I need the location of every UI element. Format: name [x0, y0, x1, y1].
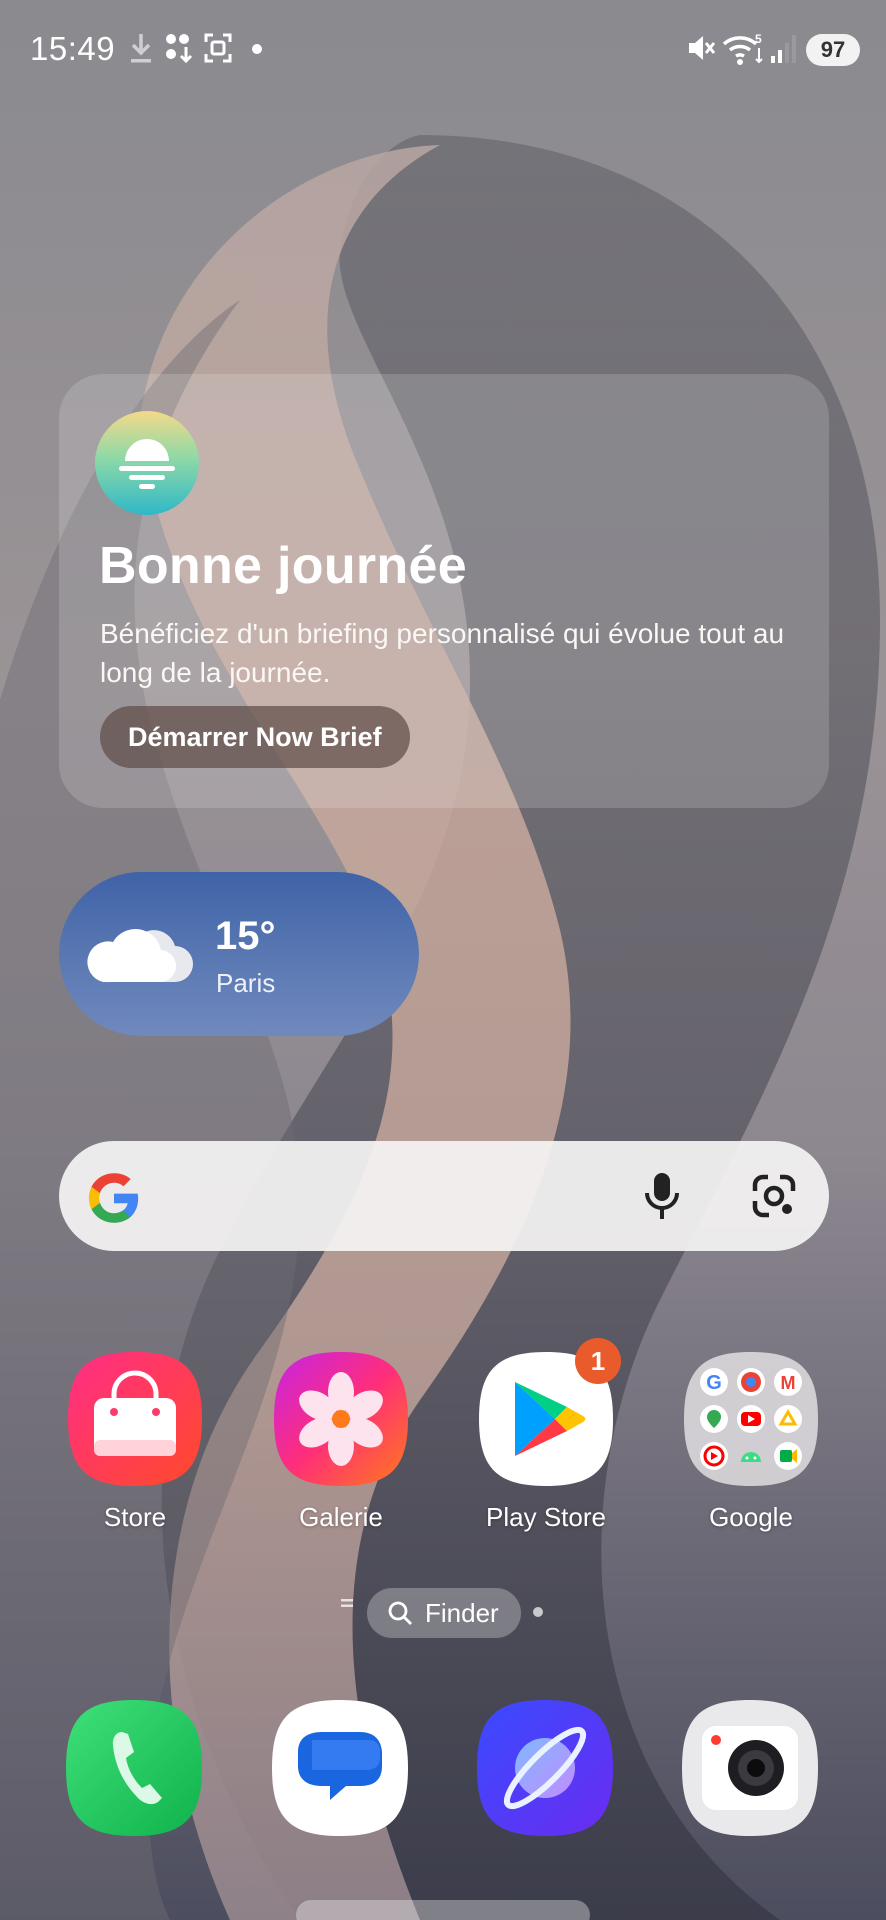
- internet-icon[interactable]: [473, 1696, 617, 1840]
- google-search-bar[interactable]: [59, 1141, 829, 1251]
- finder-label: Finder: [425, 1598, 499, 1628]
- dot-icon: [252, 44, 262, 54]
- sim-transfer-icon: [166, 34, 193, 64]
- messages-icon[interactable]: [268, 1696, 412, 1840]
- weather-city: Paris: [216, 968, 276, 998]
- app-google-folder[interactable]: G M Google: [676, 1348, 826, 1533]
- finder-button[interactable]: Finder: [367, 1588, 521, 1638]
- start-now-brief-button[interactable]: Démarrer Now Brief: [100, 706, 410, 768]
- page-indicator-dot: [533, 1607, 543, 1617]
- battery-icon: 97: [806, 34, 860, 66]
- app-play-store[interactable]: Play Store 1: [471, 1338, 621, 1533]
- cloud-icon: [87, 929, 193, 983]
- app-galerie[interactable]: Galerie: [266, 1348, 416, 1533]
- gallery-icon: [274, 1352, 408, 1486]
- app-label: Play Store: [486, 1502, 606, 1532]
- app-label: Google: [709, 1502, 793, 1532]
- wifi-icon: 5: [722, 32, 763, 65]
- google-lens-icon[interactable]: [751, 1173, 797, 1219]
- status-bar: 15:49 5 97: [0, 0, 886, 100]
- weather-widget[interactable]: 15° Paris: [59, 872, 419, 1036]
- screenshot-icon: [204, 33, 232, 63]
- camera-icon[interactable]: [678, 1696, 822, 1840]
- google-logo-icon: [88, 1173, 139, 1223]
- google-folder-icon: G M: [684, 1352, 818, 1486]
- app-label: Galerie: [299, 1502, 383, 1532]
- svg-text:M: M: [781, 1373, 796, 1393]
- sunrise-icon: [95, 411, 199, 515]
- app-store[interactable]: Store: [60, 1348, 210, 1533]
- notification-badge: 1: [575, 1338, 621, 1384]
- temperature: 15°: [215, 914, 276, 958]
- phone-icon[interactable]: [62, 1696, 206, 1840]
- now-brief-card[interactable]: Bonne journée Bénéficiez d'un briefing p…: [59, 374, 829, 808]
- brief-description: Bénéficiez d'un briefing personnalisé qu…: [100, 618, 785, 688]
- gesture-handle[interactable]: [296, 1900, 590, 1920]
- clock: 15:49: [30, 30, 116, 67]
- wifi-generation-label: 5: [755, 32, 762, 46]
- download-icon: [131, 34, 151, 63]
- home-page-indicator-icon: [341, 1599, 353, 1607]
- brief-title: Bonne journée: [99, 537, 467, 595]
- signal-icon: [771, 35, 796, 63]
- svg-text:G: G: [706, 1372, 722, 1394]
- app-label: Store: [103, 1502, 167, 1532]
- galaxy-store-icon: [68, 1352, 202, 1486]
- search-icon: [388, 1601, 412, 1625]
- mute-icon: [689, 36, 716, 60]
- microphone-icon[interactable]: [642, 1171, 682, 1221]
